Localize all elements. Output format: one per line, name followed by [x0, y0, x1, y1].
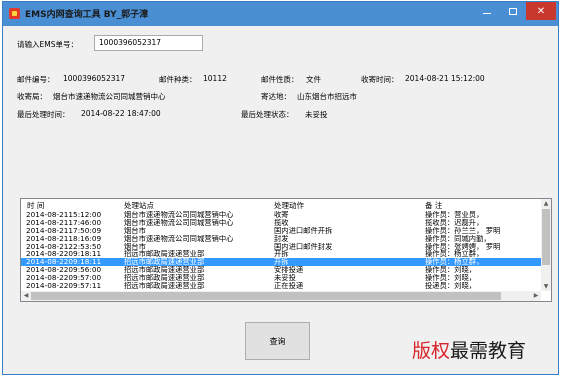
- table-header: 时 间 处理站点 处理动作 备 注: [21, 199, 551, 210]
- scroll-left-icon[interactable]: ◀: [21, 291, 31, 300]
- close-icon: ✕: [536, 5, 546, 17]
- table-cell: 2014-08-2209:18:11: [26, 258, 102, 267]
- last-time-value: 2014-08-22 18:47:00: [81, 109, 161, 118]
- dest-label: 寄达地：: [261, 92, 291, 101]
- origin-value: 烟台市速递物流公司同城营销中心: [53, 92, 166, 101]
- table-cell: 国内进口邮件开拆: [274, 226, 333, 235]
- maximize-button[interactable]: [500, 2, 525, 20]
- table-cell: 开拆: [274, 258, 289, 267]
- mail-nature-label: 邮件性质：: [261, 75, 299, 84]
- table-cell: 烟台市: [124, 242, 146, 251]
- table-row[interactable]: 2014-08-2117:50:09 烟台市 国内进口邮件开拆 操作员：孙兰兰， 罗明: [21, 227, 541, 235]
- table-cell: 操作员：营业员，: [425, 211, 484, 219]
- query-label: 请输入EMS单号：: [17, 40, 78, 49]
- scroll-down-icon[interactable]: ▼: [541, 282, 551, 291]
- last-time-label: 最后处理时间：: [17, 110, 70, 119]
- minimize-icon: [482, 12, 491, 15]
- minimize-button[interactable]: [474, 2, 499, 20]
- table-row[interactable]: 2014-08-2122:53:50 烟台市 国内进口邮件封发 操作员：张娉娉， 罗明: [21, 243, 541, 251]
- window-title: EMS内网查询工具 BY_郭子漳: [25, 10, 149, 20]
- app-icon: [9, 8, 20, 19]
- table-cell: 揽收员：迟磊升，: [425, 218, 484, 227]
- mail-no-value: 1000396052317: [63, 74, 126, 83]
- hscroll-thumb[interactable]: [31, 292, 501, 300]
- table-cell: 烟台市: [124, 226, 146, 235]
- last-status-label: 最后处理状态：: [241, 110, 294, 119]
- table-cell: 收寄: [274, 211, 289, 219]
- table-cell: 2014-08-2122:53:50: [26, 242, 102, 251]
- table-cell: 2014-08-2118:16:09: [26, 234, 102, 243]
- scroll-right-icon[interactable]: ▶: [531, 291, 541, 300]
- table-cell: 操作员：张娉娉， 罗明: [425, 242, 501, 251]
- table-cell: 操作员：杨立群，: [425, 250, 484, 259]
- table-cell: 2014-08-2209:57:11: [26, 282, 102, 291]
- mail-no-label: 邮件编号：: [17, 75, 55, 84]
- table-cell: 烟台市速递物流公司同城营销中心: [124, 218, 234, 227]
- last-status-value: 未妥投: [305, 110, 328, 119]
- receive-time-value: 2014-08-21 15:12:00: [405, 74, 485, 83]
- col-header-remark[interactable]: 备 注: [425, 200, 442, 211]
- table-row[interactable]: 2014-08-2118:16:09 烟台市速递物流公司同城营销中心 封发 操作员：同…: [21, 235, 541, 243]
- table-cell: 招远市邮政局速递营业部: [124, 274, 205, 283]
- col-header-station[interactable]: 处理站点: [124, 200, 154, 211]
- table-row[interactable]: 2014-08-2209:18:11 招远市邮政局速递营业部 开拆 操作员：杨立群，: [21, 258, 541, 267]
- title-bar[interactable]: EMS内网查询工具 BY_郭子漳 ✕: [3, 2, 558, 26]
- table-cell: 2014-08-2209:57:00: [26, 274, 102, 283]
- table-row[interactable]: 2014-08-2209:57:00 招远市邮政局速递营业部 未妥投 操作员：刘晓，: [21, 274, 541, 282]
- horizontal-scrollbar[interactable]: ◀ ▶: [21, 291, 541, 301]
- close-button[interactable]: ✕: [526, 2, 556, 20]
- dest-value: 山东烟台市招远市: [297, 92, 357, 101]
- scroll-up-icon[interactable]: ▲: [541, 199, 551, 208]
- table-cell: 招远市邮政局速递营业部: [124, 266, 205, 275]
- table-cell: 2014-08-2115:12:00: [26, 211, 102, 219]
- table-row[interactable]: 2014-08-2115:12:00 烟台市速递物流公司同城营销中心 收寄 操作员：营…: [21, 211, 541, 219]
- table-row[interactable]: 2014-08-2209:56:00 招远市邮政局速递营业部 安排投递 操作员：刘晓，: [21, 266, 541, 274]
- table-cell: 招远市邮政局速递营业部: [124, 258, 205, 267]
- table-cell: 操作员：刘晓，: [425, 274, 477, 283]
- table-cell: 投递员：刘晓，: [425, 282, 477, 291]
- table-cell: 正在投递: [274, 282, 304, 291]
- table-cell: 2014-08-2209:18:11: [26, 250, 102, 259]
- watermark-part1: 版权: [412, 340, 451, 362]
- table-cell: 招远市邮政局速递营业部: [124, 282, 205, 291]
- table-cell: 操作员：刘晓，: [425, 266, 477, 275]
- table-cell: 操作员：杨立群，: [425, 258, 484, 267]
- table-cell: 烟台市速递物流公司同城营销中心: [124, 211, 234, 219]
- table-cell: 封发: [274, 234, 289, 243]
- origin-label: 收寄局：: [17, 92, 47, 101]
- table-cell: 国内进口邮件封发: [274, 242, 333, 251]
- table-cell: 2014-08-2117:50:09: [26, 226, 102, 235]
- table-cell: 安排投递: [274, 266, 304, 275]
- table-cell: 揽收: [274, 218, 289, 227]
- watermark: 版权最需教育: [412, 336, 526, 363]
- table-row[interactable]: 2014-08-2209:18:11 招远市邮政局速递营业部 开拆 操作员：杨立群，: [21, 250, 541, 258]
- query-button[interactable]: 查询: [245, 322, 310, 360]
- watermark-part2: 最需教育: [450, 340, 527, 362]
- scroll-thumb[interactable]: [542, 209, 550, 265]
- tracking-table[interactable]: 时 间 处理站点 处理动作 备 注 2014-08-2115:12:00 烟台市速…: [20, 198, 552, 302]
- table-cell: 未妥投: [274, 274, 296, 283]
- mail-type-label: 邮件种类：: [159, 75, 197, 84]
- table-cell: 烟台市速递物流公司同城营销中心: [124, 234, 234, 243]
- table-row[interactable]: 2014-08-2209:57:11 招远市邮政局速递营业部 正在投递 投递员：刘晓，: [21, 282, 541, 290]
- mail-type-value: 10112: [203, 74, 227, 83]
- vertical-scrollbar[interactable]: ▲ ▼: [541, 199, 551, 291]
- ems-number-input[interactable]: 1000396052317: [94, 35, 203, 51]
- table-cell: 操作员：同城内勤，: [425, 234, 491, 243]
- col-header-action[interactable]: 处理动作: [274, 200, 304, 211]
- maximize-icon: [508, 7, 517, 15]
- table-cell: 招远市邮政局速递营业部: [124, 250, 205, 259]
- table-cell: 2014-08-2209:56:00: [26, 266, 102, 275]
- mail-nature-value: 文件: [306, 75, 321, 84]
- col-header-time[interactable]: 时 间: [27, 200, 44, 211]
- table-body: 2014-08-2115:12:00 烟台市速递物流公司同城营销中心 收寄 操作员：营…: [21, 211, 551, 290]
- table-cell: 开拆: [274, 250, 289, 259]
- table-cell: 操作员：孙兰兰， 罗明: [425, 226, 501, 235]
- receive-time-label: 收寄时间：: [361, 75, 399, 84]
- table-cell: 2014-08-2117:46:00: [26, 218, 102, 227]
- table-row[interactable]: 2014-08-2117:46:00 烟台市速递物流公司同城营销中心 揽收 揽收员：迟…: [21, 219, 541, 227]
- app-window: EMS内网查询工具 BY_郭子漳 ✕ 请输入EMS单号： 10003960523…: [2, 1, 559, 375]
